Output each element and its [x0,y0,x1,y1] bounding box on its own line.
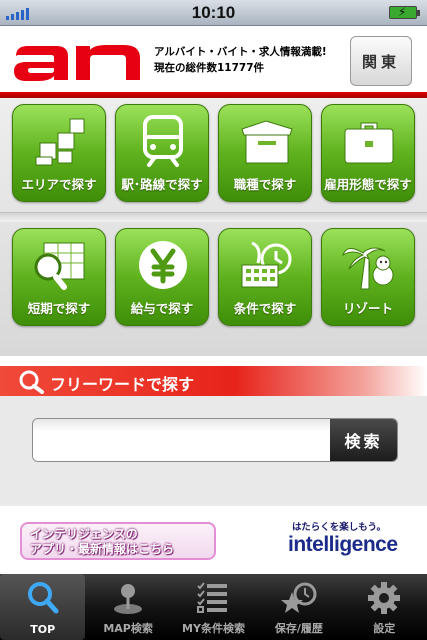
app-header: アルバイト・バイト・求人情報満載! 現在の総件数11777件 関東 [0,27,427,92]
magnifier-icon [19,370,44,394]
category-label: 給与で探す [130,301,194,316]
tab-label: MAP検索 [103,622,153,635]
freeword-search-header: フリーワードで探す [0,366,427,396]
category-label: 駅･路線で探す [121,177,203,192]
tab-saved-history[interactable]: 保存/履歴 [256,574,341,640]
category-label: リゾート [342,301,393,316]
tab-label: 保存/履歴 [274,622,323,635]
star-clock-icon [280,582,317,613]
search-icon [27,582,59,614]
an-logo[interactable] [12,40,142,84]
category-jobtype-button[interactable]: 職種で探す [218,104,312,202]
briefcase-icon [344,122,394,164]
category-salary-button[interactable]: 給与で探す [115,228,209,326]
category-label: 短期で探す [27,301,91,316]
app-banner-line1: インテリジェンスの [30,527,138,541]
palm-tree-icon [342,247,394,290]
tab-label: MY条件検索 [182,622,245,635]
category-shortterm-button[interactable]: 短期で探す [12,228,106,326]
freeword-search-input[interactable] [33,419,331,461]
tagline: アルバイト・バイト・求人情報満載! [154,46,327,58]
checklist-icon [197,582,228,613]
banner-area: インテリジェンスの アプリ・最新情報はこちら はたらくを楽しもう。 intell… [0,506,427,574]
category-conditions-button[interactable]: 条件で探す [218,228,312,326]
status-time: 10:10 [191,3,236,22]
tab-top[interactable]: TOP [0,574,86,640]
app-info-banner[interactable]: インテリジェンスの アプリ・最新情報はこちら [20,522,216,560]
category-area-button[interactable]: エリアで探す [12,104,106,202]
box-icon [241,120,293,164]
gear-icon [368,582,401,614]
search-button[interactable]: 検索 [330,419,397,461]
train-icon [143,115,183,167]
tab-my-conditions[interactable]: MY条件検索 [171,574,256,640]
search-box: 検索 [32,418,398,462]
keyboard-clock-icon [241,241,292,288]
tab-bar: TOP MAP検索 MY条件検索 保存/履歴 設定 [0,574,427,640]
tab-label: 設定 [373,622,396,635]
category-label: 条件で探す [233,301,297,316]
grid-divider [0,212,427,222]
tab-label: TOP [30,623,56,636]
category-label: 職種で探す [233,177,297,192]
status-bar: 10:10 ⚡ [0,0,427,26]
intelligence-tagline: はたらくを楽しもう。 [292,522,386,533]
category-grid: エリアで探す 駅･路線で探す 職種で探す 雇用形態で探す 短期で探す 給与で探す… [0,98,427,356]
battery-icon: ⚡ [389,5,420,19]
tab-map-search[interactable]: MAP検索 [85,574,170,640]
calendar-magnifier-icon [34,242,85,290]
area-blocks-icon [35,118,85,166]
category-station-button[interactable]: 駅･路線で探す [115,104,209,202]
freeword-search-title: フリーワードで探す [50,375,195,394]
map-pin-icon [114,584,143,614]
app-banner-line2: アプリ・最新情報はこちら [30,542,175,556]
category-label: 雇用形態で探す [324,177,412,192]
tab-settings[interactable]: 設定 [342,574,427,640]
total-count: 現在の総件数11777件 [154,62,265,74]
category-resort-button[interactable]: リゾート [321,228,415,326]
intelligence-logo[interactable]: intelligence [288,533,398,557]
region-button[interactable]: 関東 [350,36,412,86]
search-panel: 検索 [0,396,427,506]
yen-coin-icon [139,241,187,289]
category-label: エリアで探す [21,177,97,192]
category-employment-button[interactable]: 雇用形態で探す [321,104,415,202]
